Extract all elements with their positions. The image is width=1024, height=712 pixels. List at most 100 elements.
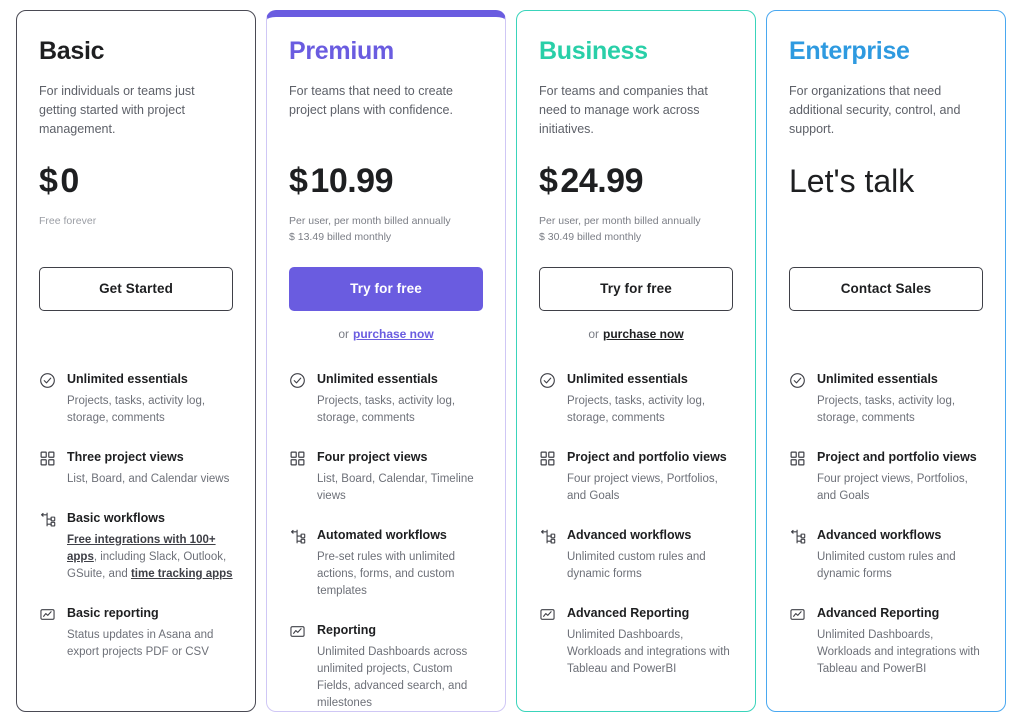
feature-description: Free integrations with 100+ apps, includ…: [67, 532, 233, 583]
feature-body: Advanced Reporting Unlimited Dashboards, …: [817, 605, 983, 678]
price-currency: $: [289, 162, 308, 200]
cta-area: Contact Salesorpurchase now: [789, 267, 983, 345]
feature-title: Four project views: [317, 450, 428, 464]
pricing-plans-grid: Basic For individuals or teams just getti…: [0, 0, 1024, 712]
feature-description: List, Board, and Calendar views: [67, 473, 230, 485]
feature-description: Unlimited custom rules and dynamic forms: [817, 551, 956, 580]
feature-title: Advanced workflows: [567, 528, 692, 542]
feature-row: Basic reporting Status updates in Asana a…: [39, 605, 233, 661]
feature-description: Pre-set rules with unlimited actions, fo…: [317, 551, 456, 597]
feature-title: Project and portfolio views: [567, 450, 727, 464]
cta-button-business[interactable]: Try for free: [539, 267, 733, 311]
feature-row: Advanced Reporting Unlimited Dashboards, …: [539, 605, 733, 678]
plan-name: Enterprise: [789, 37, 910, 65]
cta-area: Try for free or purchase now: [289, 267, 483, 345]
features-list: Unlimited essentials Projects, tasks, act…: [789, 371, 983, 678]
cta-button-enterprise[interactable]: Contact Sales: [789, 267, 983, 311]
feature-title: Advanced workflows: [817, 528, 942, 542]
plan-name: Business: [539, 37, 648, 65]
plan-price: Let's talk: [789, 161, 983, 201]
feature-row: Advanced Reporting Unlimited Dashboards, …: [789, 605, 983, 678]
feature-row: Project and portfolio views Four project …: [789, 449, 983, 505]
feature-title: Three project views: [67, 450, 184, 464]
plan-card-enterprise: Enterprise For organizations that need ad…: [766, 10, 1006, 712]
feature-body: Advanced Reporting Unlimited Dashboards, …: [567, 605, 733, 678]
feature-description: List, Board, Calendar, Timeline views: [317, 473, 474, 502]
purchase-now-link[interactable]: purchase now: [603, 327, 684, 341]
feature-description: Projects, tasks, activity log, storage, …: [67, 395, 206, 424]
plan-billing: Per user, per month billed annually $ 13.…: [289, 213, 483, 263]
feature-row: Basic workflows Free integrations with 10…: [39, 510, 233, 583]
cta-button-basic[interactable]: Get Started: [39, 267, 233, 311]
cta-area: Try for free or purchase now: [539, 267, 733, 345]
feature-description: Unlimited custom rules and dynamic forms: [567, 551, 706, 580]
report-chart-icon: [539, 605, 556, 678]
feature-row: Four project views List, Board, Calendar,…: [289, 449, 483, 505]
check-circle-icon: [789, 371, 806, 427]
feature-title: Advanced Reporting: [817, 606, 940, 620]
workflow-branch-icon: [289, 527, 306, 600]
purchase-now-link[interactable]: purchase now: [353, 327, 434, 341]
price-value: 24.99: [560, 162, 644, 200]
plan-billing: Per user, per month billed annually $ 30.…: [539, 213, 733, 263]
feature-title: Unlimited essentials: [317, 372, 438, 386]
feature-row: Reporting Unlimited Dashboards across unl…: [289, 622, 483, 711]
workflow-branch-icon: [539, 527, 556, 583]
price-currency: $: [539, 162, 558, 200]
features-list: Unlimited essentials Projects, tasks, act…: [39, 371, 233, 661]
feature-title: Basic reporting: [67, 606, 159, 620]
feature-row: Three project views List, Board, and Cale…: [39, 449, 233, 488]
feature-link[interactable]: time tracking apps: [131, 568, 233, 580]
plan-billing: Free forever: [39, 213, 233, 263]
billing-primary: Per user, per month billed annually: [539, 215, 701, 227]
plan-tagline: For individuals or teams just getting st…: [39, 84, 195, 136]
check-circle-icon: [289, 371, 306, 427]
price-currency: $: [39, 162, 58, 200]
report-chart-icon: [789, 605, 806, 678]
plan-tagline: For organizations that need additional s…: [789, 84, 961, 136]
feature-row: Advanced workflows Unlimited custom rules…: [789, 527, 983, 583]
feature-body: Three project views List, Board, and Cale…: [67, 449, 233, 488]
purchase-now-row: or purchase now: [289, 327, 483, 345]
plan-price: $10.99: [289, 161, 483, 201]
feature-title: Basic workflows: [67, 511, 165, 525]
purchase-prefix-label: or: [338, 327, 349, 341]
cta-button-premium[interactable]: Try for free: [289, 267, 483, 311]
check-circle-icon: [539, 371, 556, 427]
purchase-prefix-label: or: [588, 327, 599, 341]
feature-description: Four project views, Portfolios, and Goal…: [817, 473, 968, 502]
workflow-branch-icon: [39, 510, 56, 583]
feature-description: Projects, tasks, activity log, storage, …: [817, 395, 956, 424]
plan-name: Basic: [39, 37, 105, 65]
grid-squares-icon: [789, 449, 806, 505]
features-list: Unlimited essentials Projects, tasks, act…: [539, 371, 733, 678]
plan-price: $0: [39, 161, 233, 201]
billing-secondary: $ 13.49 billed monthly: [289, 231, 392, 243]
feature-description: Unlimited Dashboards, Workloads and inte…: [567, 629, 730, 675]
features-list: Unlimited essentials Projects, tasks, act…: [289, 371, 483, 711]
feature-body: Unlimited essentials Projects, tasks, act…: [67, 371, 233, 427]
feature-body: Basic workflows Free integrations with 10…: [67, 510, 233, 583]
feature-title: Unlimited essentials: [67, 372, 188, 386]
cta-area: Get Startedorpurchase now: [39, 267, 233, 345]
feature-body: Project and portfolio views Four project …: [817, 449, 983, 505]
purchase-now-row: or purchase now: [539, 327, 733, 345]
report-chart-icon: [39, 605, 56, 661]
feature-description: Projects, tasks, activity log, storage, …: [567, 395, 706, 424]
feature-row: Unlimited essentials Projects, tasks, act…: [539, 371, 733, 427]
feature-title: Reporting: [317, 623, 377, 637]
plan-card-basic: Basic For individuals or teams just getti…: [16, 10, 256, 712]
billing-primary: Free forever: [39, 215, 97, 227]
plan-billing: [789, 213, 983, 263]
feature-title: Project and portfolio views: [817, 450, 977, 464]
feature-description: Unlimited Dashboards across unlimited pr…: [317, 646, 468, 709]
billing-primary: Per user, per month billed annually: [289, 215, 451, 227]
feature-row: Advanced workflows Unlimited custom rules…: [539, 527, 733, 583]
plan-card-business: Business For teams and companies that nee…: [516, 10, 756, 712]
feature-title: Automated workflows: [317, 528, 447, 542]
price-value: 10.99: [310, 162, 394, 200]
billing-secondary: $ 30.49 billed monthly: [539, 231, 642, 243]
feature-body: Unlimited essentials Projects, tasks, act…: [317, 371, 483, 427]
report-chart-icon: [289, 622, 306, 711]
feature-description: Status updates in Asana and export proje…: [67, 629, 214, 658]
